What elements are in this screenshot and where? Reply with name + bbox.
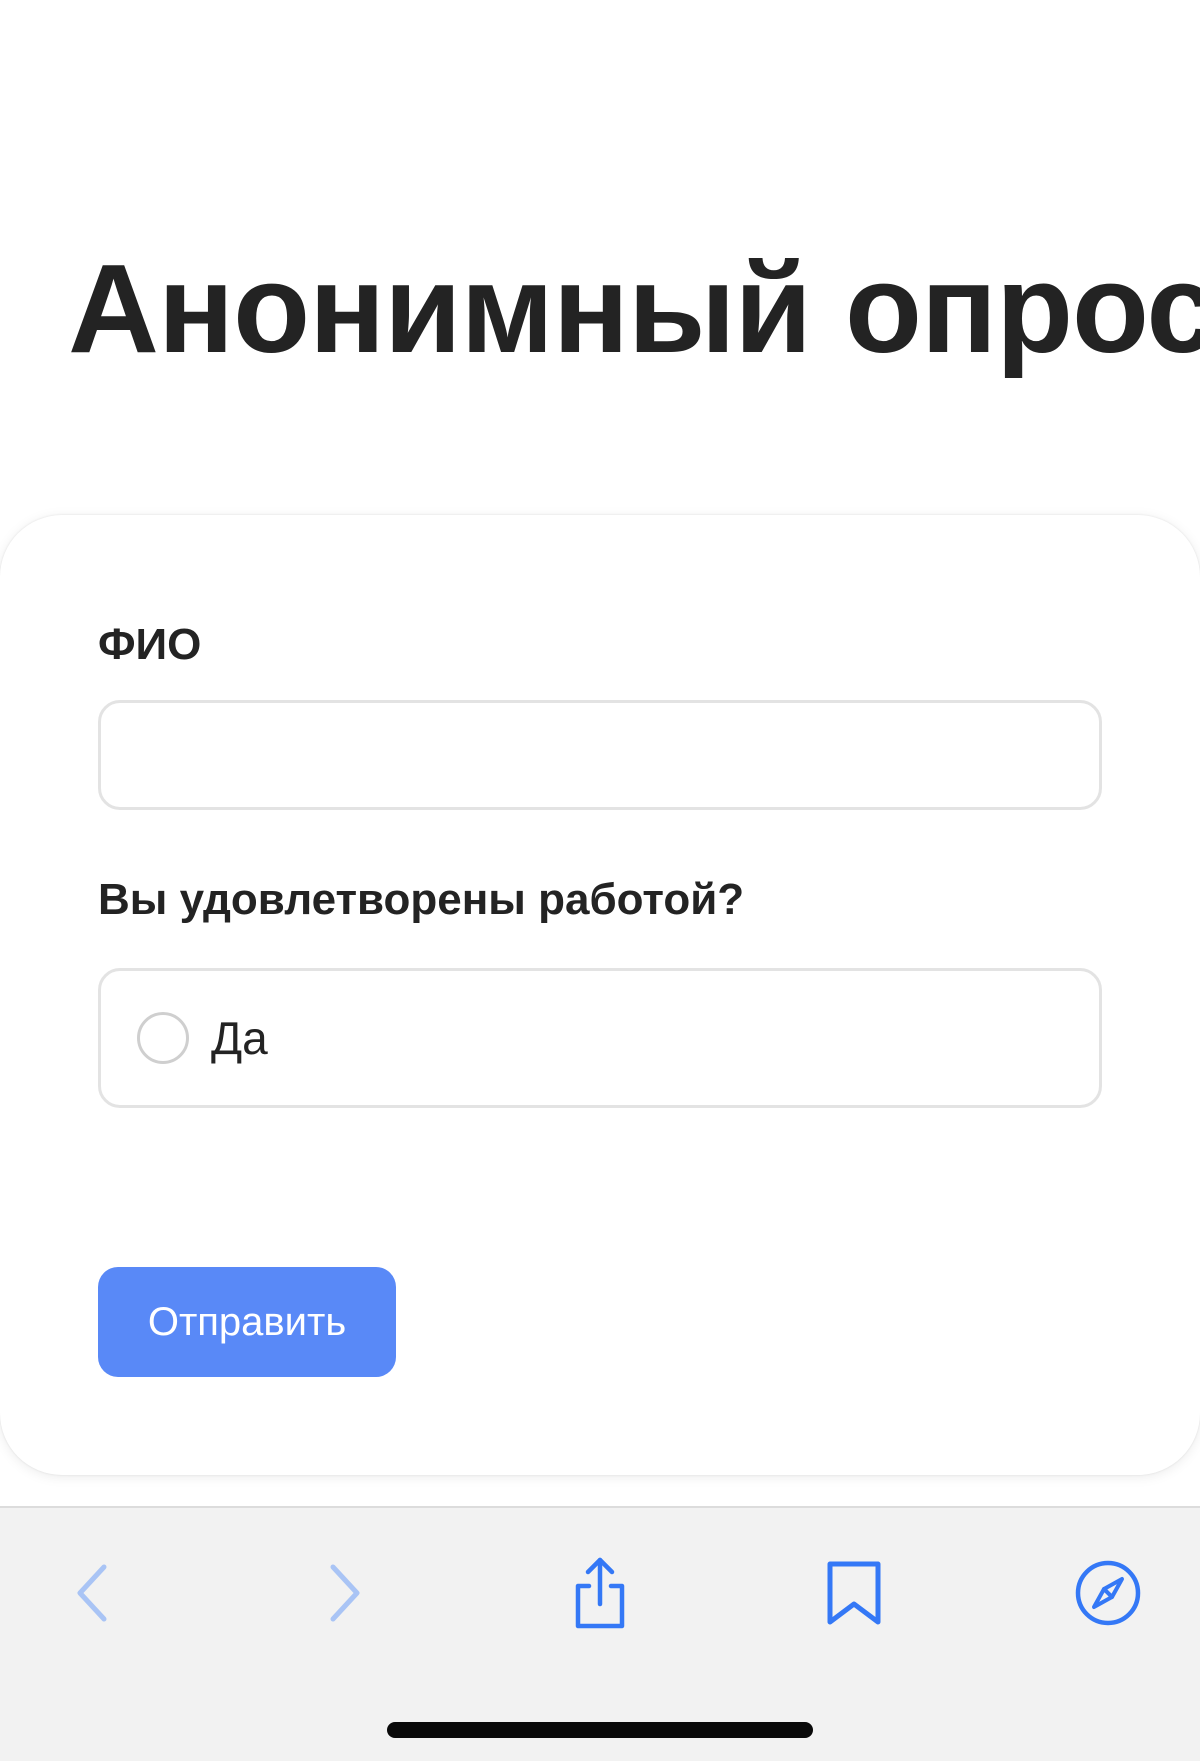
survey-page: Анонимный опрос ФИО Вы удовлетворены раб… xyxy=(0,0,1200,1761)
fio-input[interactable] xyxy=(98,700,1102,810)
safari-compass-icon[interactable] xyxy=(1063,1548,1153,1638)
radio-option-label: Да xyxy=(211,1012,268,1064)
radio-option-yes[interactable]: Да xyxy=(98,968,1102,1108)
radio-circle-icon[interactable] xyxy=(137,1012,189,1064)
form-card: ФИО Вы удовлетворены работой? Да Отправи… xyxy=(0,515,1200,1475)
back-chevron-icon[interactable] xyxy=(47,1548,137,1638)
bookmarks-icon[interactable] xyxy=(809,1548,899,1638)
submit-button[interactable]: Отправить xyxy=(98,1267,396,1377)
forward-chevron-icon[interactable] xyxy=(300,1548,390,1638)
fio-label: ФИО xyxy=(98,620,202,669)
share-icon[interactable] xyxy=(555,1548,645,1638)
page-title: Анонимный опрос xyxy=(68,238,1200,379)
browser-toolbar xyxy=(0,1506,1200,1761)
question-label: Вы удовлетворены работой? xyxy=(98,875,745,924)
home-indicator xyxy=(387,1722,813,1738)
